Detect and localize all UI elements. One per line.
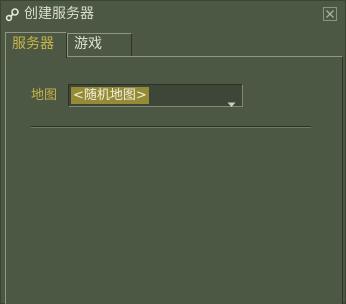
chevron-down-icon[interactable] [227,93,236,107]
map-select-value: <随机地图> [71,87,149,104]
close-button[interactable] [323,7,337,21]
map-select[interactable]: <随机地图> [68,84,243,107]
divider [31,126,311,128]
tab-server[interactable]: 服务器 [5,32,67,58]
close-icon [326,10,334,18]
map-label: 地图 [31,88,58,103]
tab-server-label: 服务器 [12,36,54,52]
tab-game[interactable]: 游戏 [67,33,132,56]
window-title: 创建服务器 [24,6,94,22]
title-bar[interactable]: 创建服务器 [1,1,345,27]
steam-icon [5,7,19,22]
tab-game-label: 游戏 [74,36,102,52]
create-server-dialog: 创建服务器 服务器 游戏 地图 <随机地图> [0,0,346,304]
